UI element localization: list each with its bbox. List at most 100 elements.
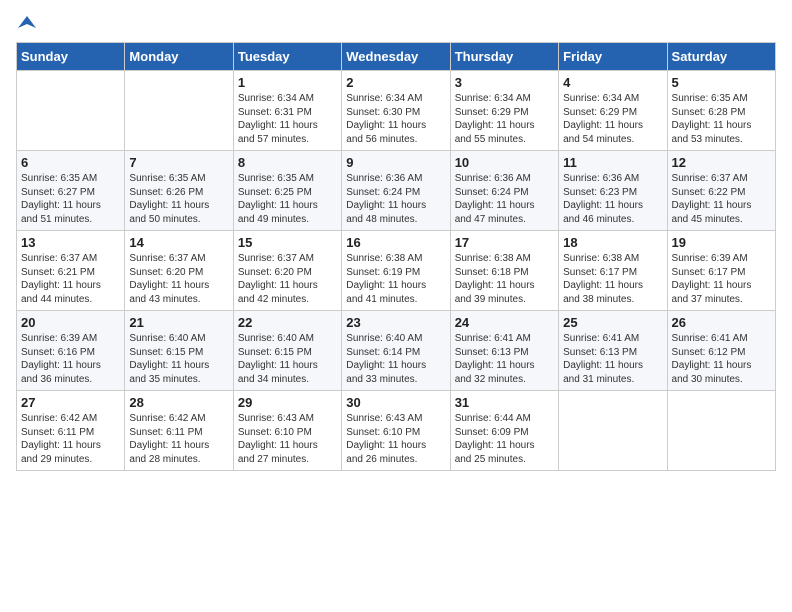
calendar-cell: 26 Sunrise: 6:41 AM Sunset: 6:12 PM Dayli… [667,311,775,391]
day-info: Sunrise: 6:37 AM Sunset: 6:21 PM Dayligh… [21,252,120,306]
calendar-cell: 5 Sunrise: 6:35 AM Sunset: 6:28 PM Daylig… [667,71,775,151]
calendar-cell: 28 Sunrise: 6:42 AM Sunset: 6:11 PM Dayli… [125,391,233,471]
calendar-cell [559,391,667,471]
day-info: Sunrise: 6:37 AM Sunset: 6:20 PM Dayligh… [129,252,228,306]
day-number: 20 [21,315,120,330]
logo [16,16,36,32]
day-info: Sunrise: 6:38 AM Sunset: 6:19 PM Dayligh… [346,252,445,306]
calendar-cell: 30 Sunrise: 6:43 AM Sunset: 6:10 PM Dayli… [342,391,450,471]
day-info: Sunrise: 6:34 AM Sunset: 6:31 PM Dayligh… [238,92,337,146]
calendar-cell: 3 Sunrise: 6:34 AM Sunset: 6:29 PM Daylig… [450,71,558,151]
day-info: Sunrise: 6:42 AM Sunset: 6:11 PM Dayligh… [129,412,228,466]
day-info: Sunrise: 6:39 AM Sunset: 6:17 PM Dayligh… [672,252,771,306]
day-info: Sunrise: 6:40 AM Sunset: 6:15 PM Dayligh… [238,332,337,386]
calendar-cell: 20 Sunrise: 6:39 AM Sunset: 6:16 PM Dayli… [17,311,125,391]
day-number: 24 [455,315,554,330]
day-info: Sunrise: 6:36 AM Sunset: 6:24 PM Dayligh… [346,172,445,226]
calendar-body: 1 Sunrise: 6:34 AM Sunset: 6:31 PM Daylig… [17,71,776,471]
day-info: Sunrise: 6:41 AM Sunset: 6:12 PM Dayligh… [672,332,771,386]
day-number: 10 [455,155,554,170]
day-number: 29 [238,395,337,410]
day-number: 28 [129,395,228,410]
day-info: Sunrise: 6:34 AM Sunset: 6:29 PM Dayligh… [455,92,554,146]
calendar-week-row: 6Sunrise: 6:35 AM Sunset: 6:27 PM Daylig… [17,151,776,231]
day-number: 17 [455,235,554,250]
day-info: Sunrise: 6:37 AM Sunset: 6:20 PM Dayligh… [238,252,337,306]
calendar-cell: 10 Sunrise: 6:36 AM Sunset: 6:24 PM Dayli… [450,151,558,231]
calendar-cell: 23 Sunrise: 6:40 AM Sunset: 6:14 PM Dayli… [342,311,450,391]
calendar-cell: 2 Sunrise: 6:34 AM Sunset: 6:30 PM Daylig… [342,71,450,151]
day-number: 27 [21,395,120,410]
day-number: 11 [563,155,662,170]
day-number: 26 [672,315,771,330]
day-number: 23 [346,315,445,330]
calendar-cell: 21Sunrise: 6:40 AM Sunset: 6:15 PM Dayli… [125,311,233,391]
day-info: Sunrise: 6:41 AM Sunset: 6:13 PM Dayligh… [563,332,662,386]
day-of-week-header: Monday [125,43,233,71]
day-info: Sunrise: 6:42 AM Sunset: 6:11 PM Dayligh… [21,412,120,466]
day-of-week-header: Wednesday [342,43,450,71]
day-info: Sunrise: 6:40 AM Sunset: 6:15 PM Dayligh… [129,332,228,386]
calendar-cell: 19 Sunrise: 6:39 AM Sunset: 6:17 PM Dayli… [667,231,775,311]
day-info: Sunrise: 6:35 AM Sunset: 6:25 PM Dayligh… [238,172,337,226]
day-number: 4 [563,75,662,90]
day-number: 25 [563,315,662,330]
day-info: Sunrise: 6:35 AM Sunset: 6:28 PM Dayligh… [672,92,771,146]
day-of-week-header: Sunday [17,43,125,71]
day-number: 6 [21,155,120,170]
calendar-cell: 27 Sunrise: 6:42 AM Sunset: 6:11 PM Dayli… [17,391,125,471]
calendar-cell: 29 Sunrise: 6:43 AM Sunset: 6:10 PM Dayli… [233,391,341,471]
day-number: 18 [563,235,662,250]
calendar-cell: 15 Sunrise: 6:37 AM Sunset: 6:20 PM Dayli… [233,231,341,311]
day-number: 12 [672,155,771,170]
calendar-cell [667,391,775,471]
calendar-table: SundayMondayTuesdayWednesdayThursdayFrid… [16,42,776,471]
day-number: 30 [346,395,445,410]
day-of-week-header: Thursday [450,43,558,71]
calendar-cell [17,71,125,151]
day-number: 22 [238,315,337,330]
day-info: Sunrise: 6:36 AM Sunset: 6:23 PM Dayligh… [563,172,662,226]
day-number: 14 [129,235,228,250]
day-number: 8 [238,155,337,170]
calendar-cell: 4 Sunrise: 6:34 AM Sunset: 6:29 PM Daylig… [559,71,667,151]
calendar-week-row: 13 Sunrise: 6:37 AM Sunset: 6:21 PM Dayli… [17,231,776,311]
logo-bird-icon [18,14,36,32]
calendar-cell: 31 Sunrise: 6:44 AM Sunset: 6:09 PM Dayli… [450,391,558,471]
day-info: Sunrise: 6:43 AM Sunset: 6:10 PM Dayligh… [238,412,337,466]
day-info: Sunrise: 6:34 AM Sunset: 6:29 PM Dayligh… [563,92,662,146]
day-of-week-header: Tuesday [233,43,341,71]
calendar-cell: 6Sunrise: 6:35 AM Sunset: 6:27 PM Daylig… [17,151,125,231]
day-number: 2 [346,75,445,90]
page-header [16,16,776,32]
day-info: Sunrise: 6:44 AM Sunset: 6:09 PM Dayligh… [455,412,554,466]
calendar-cell: 17Sunrise: 6:38 AM Sunset: 6:18 PM Dayli… [450,231,558,311]
calendar-cell: 18 Sunrise: 6:38 AM Sunset: 6:17 PM Dayli… [559,231,667,311]
day-number: 5 [672,75,771,90]
day-number: 7 [129,155,228,170]
calendar-cell [125,71,233,151]
calendar-cell: 8 Sunrise: 6:35 AM Sunset: 6:25 PM Daylig… [233,151,341,231]
calendar-cell: 24Sunrise: 6:41 AM Sunset: 6:13 PM Dayli… [450,311,558,391]
calendar-cell: 11 Sunrise: 6:36 AM Sunset: 6:23 PM Dayli… [559,151,667,231]
day-info: Sunrise: 6:34 AM Sunset: 6:30 PM Dayligh… [346,92,445,146]
day-info: Sunrise: 6:40 AM Sunset: 6:14 PM Dayligh… [346,332,445,386]
day-number: 1 [238,75,337,90]
calendar-week-row: 1 Sunrise: 6:34 AM Sunset: 6:31 PM Daylig… [17,71,776,151]
calendar-cell: 12Sunrise: 6:37 AM Sunset: 6:22 PM Dayli… [667,151,775,231]
day-number: 19 [672,235,771,250]
day-of-week-header: Saturday [667,43,775,71]
day-info: Sunrise: 6:38 AM Sunset: 6:17 PM Dayligh… [563,252,662,306]
calendar-cell: 1 Sunrise: 6:34 AM Sunset: 6:31 PM Daylig… [233,71,341,151]
calendar-cell: 9 Sunrise: 6:36 AM Sunset: 6:24 PM Daylig… [342,151,450,231]
day-info: Sunrise: 6:43 AM Sunset: 6:10 PM Dayligh… [346,412,445,466]
day-number: 15 [238,235,337,250]
calendar-cell: 16Sunrise: 6:38 AM Sunset: 6:19 PM Dayli… [342,231,450,311]
calendar-week-row: 20 Sunrise: 6:39 AM Sunset: 6:16 PM Dayli… [17,311,776,391]
day-info: Sunrise: 6:36 AM Sunset: 6:24 PM Dayligh… [455,172,554,226]
day-number: 31 [455,395,554,410]
day-number: 9 [346,155,445,170]
day-info: Sunrise: 6:39 AM Sunset: 6:16 PM Dayligh… [21,332,120,386]
day-number: 3 [455,75,554,90]
day-number: 13 [21,235,120,250]
